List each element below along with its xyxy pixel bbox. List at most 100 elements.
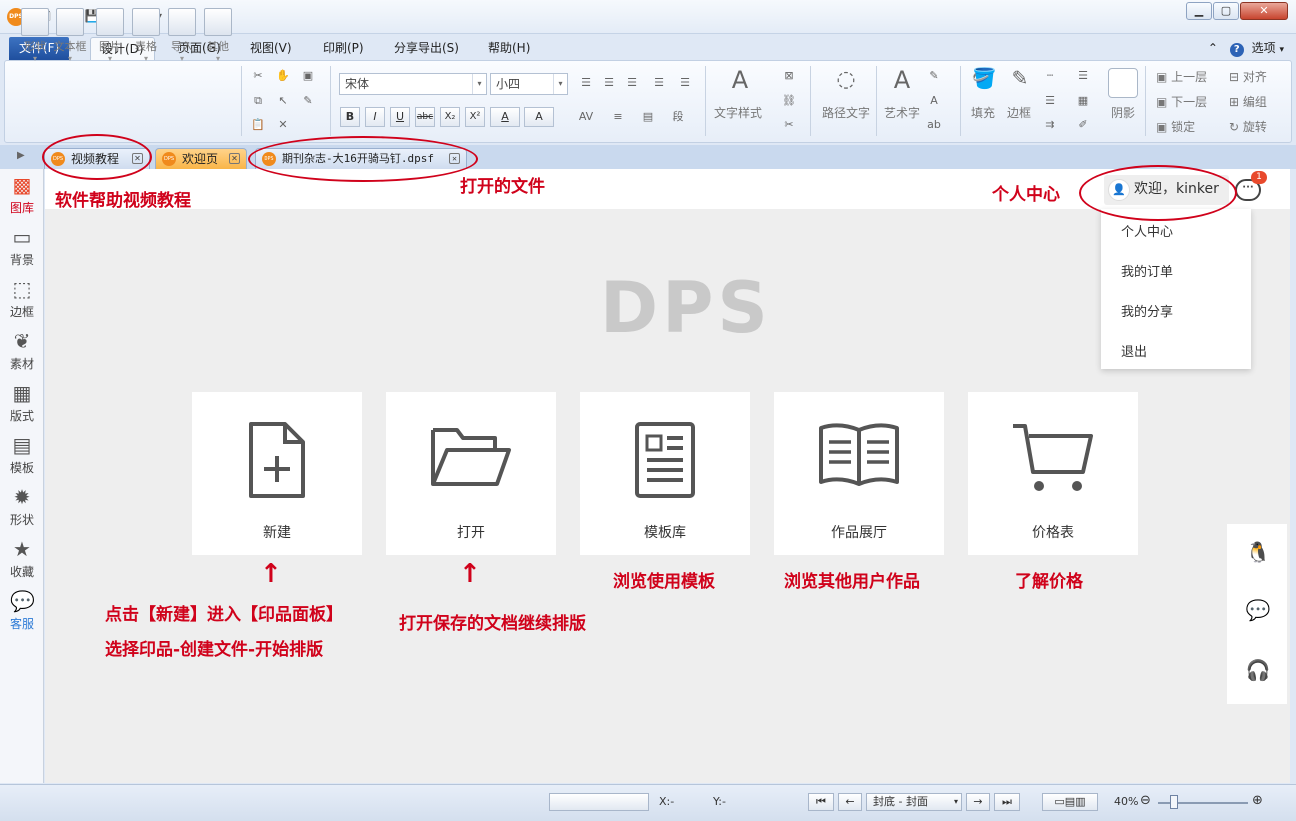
page-select[interactable]: 封底 - 封面 ▾ — [866, 793, 962, 811]
help-icon[interactable]: ? — [1229, 43, 1244, 57]
fill-label[interactable]: 填充 — [971, 104, 995, 121]
text-wrap-icon[interactable]: ⊠ — [781, 68, 797, 84]
eyedropper-icon[interactable]: ✐ — [1075, 117, 1091, 133]
close-icon[interactable]: ✕ — [229, 153, 240, 164]
underline-button[interactable]: U — [390, 107, 410, 127]
border-pen-icon[interactable]: ✎ — [1006, 68, 1034, 98]
zoom-slider-handle[interactable] — [1170, 795, 1178, 809]
rotate-button[interactable]: ↻ 旋转 — [1229, 118, 1267, 135]
text-style-label[interactable]: 文字样式 — [714, 104, 762, 121]
new-button[interactable]: 新建 — [192, 392, 362, 555]
fill-options-icon[interactable]: ☰ — [1075, 68, 1091, 84]
tab-welcome[interactable]: DPS 欢迎页 ✕ — [155, 148, 247, 169]
subscript-button[interactable]: X₂ — [440, 107, 460, 127]
prev-page-button[interactable]: ← — [838, 793, 862, 811]
sidebar-item-service[interactable]: 💬 客服 — [0, 589, 44, 632]
zoom-in-icon[interactable]: ⊕ — [1252, 793, 1263, 808]
close-window-button[interactable]: ✕ — [1240, 2, 1288, 20]
lock-button[interactable]: ▣ 锁定 — [1156, 118, 1195, 135]
table-button[interactable]: 表格 ▾ — [129, 8, 163, 64]
align-center-icon[interactable]: ☰ — [601, 75, 617, 91]
char-spacing-icon[interactable]: AV — [578, 109, 594, 125]
art-fill-icon[interactable]: A — [926, 93, 942, 109]
section-icon[interactable]: 段 — [670, 109, 686, 125]
view-mode-buttons[interactable]: ▭▤▥ — [1042, 793, 1098, 811]
justify-icon[interactable]: ☰ — [651, 75, 667, 91]
delete-icon[interactable]: ✕ — [275, 117, 291, 133]
group-button[interactable]: ⊞ 编组 — [1229, 93, 1267, 110]
text-style-icon[interactable]: A — [728, 68, 752, 100]
menu-item-my-orders[interactable]: 我的订单 — [1121, 261, 1173, 280]
format-painter-icon[interactable]: ✎ — [300, 93, 316, 109]
gallery-showcase-button[interactable]: 作品展厅 — [774, 392, 944, 555]
maximize-button[interactable]: ▢ — [1213, 2, 1239, 20]
shadow-icon[interactable] — [1108, 68, 1138, 98]
first-page-button[interactable]: ⏮ — [808, 793, 834, 811]
zoom-out-icon[interactable]: ⊖ — [1140, 793, 1151, 808]
link-icon[interactable]: ⛓ — [781, 93, 797, 109]
align-right-icon[interactable]: ☰ — [624, 75, 640, 91]
collapse-ribbon-icon[interactable]: ⌃ — [1208, 41, 1218, 55]
next-page-button[interactable]: → — [966, 793, 990, 811]
art-transform-icon[interactable]: ab — [926, 117, 942, 133]
sidebar-item-border[interactable]: ⬚ 边框 — [0, 277, 44, 320]
wechat-icon[interactable]: 💬 — [1242, 596, 1274, 624]
copy-icon[interactable]: ⧉ — [250, 93, 266, 109]
path-text-label[interactable]: 路径文字 — [822, 104, 870, 121]
font-color-button[interactable]: A — [490, 107, 520, 127]
image-button[interactable]: 图片 ▾ — [93, 8, 127, 64]
cut-icon[interactable]: ✂ — [250, 68, 266, 84]
paste-icon[interactable]: 📋 — [250, 117, 266, 133]
arrow-style-icon[interactable]: ⇉ — [1042, 117, 1058, 133]
line-spacing-icon[interactable]: ≡ — [610, 109, 626, 125]
minimize-button[interactable]: ▁ — [1186, 2, 1212, 20]
shadow-label[interactable]: 阴影 — [1111, 104, 1135, 121]
last-page-button[interactable]: ⏭ — [994, 793, 1020, 811]
menu-view[interactable]: 视图(V) — [240, 37, 302, 60]
sidebar-item-shape[interactable]: ✹ 形状 — [0, 485, 44, 528]
art-edit-icon[interactable]: ✎ — [926, 68, 942, 84]
price-list-button[interactable]: 价格表 — [968, 392, 1138, 555]
options-menu[interactable]: ⌃ ? 选项 ▾ — [1208, 39, 1284, 57]
menu-item-my-shares[interactable]: 我的分享 — [1121, 301, 1173, 320]
import-button[interactable]: 导入 ▾ — [165, 8, 199, 64]
border-label[interactable]: 边框 — [1007, 104, 1031, 121]
menu-print[interactable]: 印刷(P) — [313, 37, 374, 60]
line-width-icon[interactable]: ☰ — [1042, 93, 1058, 109]
sidebar-item-gallery[interactable]: ▩ 图库 — [0, 173, 44, 216]
support-icon[interactable]: 🎧 — [1242, 656, 1274, 684]
sidebar-item-template[interactable]: ▤ 模板 — [0, 433, 44, 476]
hand-icon[interactable]: ✋ — [275, 68, 291, 84]
align-left-icon[interactable]: ☰ — [578, 75, 594, 91]
shape-button[interactable]: 形状 ▾ — [18, 8, 52, 64]
bold-button[interactable]: B — [340, 107, 360, 127]
sidebar-item-favorite[interactable]: ★ 收藏 — [0, 537, 44, 580]
fill-style-icon[interactable]: ▦ — [1075, 93, 1091, 109]
font-name-select[interactable]: 宋体 ▾ — [339, 73, 487, 95]
template-library-button[interactable]: 模板库 — [580, 392, 750, 555]
menu-item-personal-center[interactable]: 个人中心 — [1121, 221, 1173, 240]
bring-forward-button[interactable]: ▣ 上一层 — [1156, 68, 1207, 85]
sidebar-item-layout[interactable]: ▦ 版式 — [0, 381, 44, 424]
tab-scroll-icon[interactable]: ▶ — [17, 150, 25, 161]
highlight-button[interactable]: A — [524, 107, 554, 127]
sidebar-item-material[interactable]: ❦ 素材 — [0, 329, 44, 372]
superscript-button[interactable]: X² — [465, 107, 485, 127]
sidebar-item-background[interactable]: ▭ 背景 — [0, 225, 44, 268]
other-button[interactable]: 其他 ▾ — [201, 8, 235, 64]
menu-item-logout[interactable]: 退出 — [1121, 341, 1147, 360]
art-text-icon[interactable]: A — [890, 68, 914, 100]
path-text-icon[interactable]: ◌ — [832, 69, 860, 100]
italic-button[interactable]: I — [365, 107, 385, 127]
qq-icon[interactable]: 🐧 — [1242, 538, 1274, 566]
textbox-button[interactable]: 文本框 ▾ — [53, 8, 87, 64]
menu-help[interactable]: 帮助(H) — [478, 37, 540, 60]
paragraph-icon[interactable]: ▤ — [640, 109, 656, 125]
align-button[interactable]: ⊟ 对齐 — [1229, 68, 1267, 85]
strikethrough-button[interactable]: abc — [415, 107, 435, 127]
send-backward-button[interactable]: ▣ 下一层 — [1156, 93, 1207, 110]
open-button[interactable]: 打开 — [386, 392, 556, 555]
font-size-select[interactable]: 小四 ▾ — [490, 73, 568, 95]
art-text-label[interactable]: 艺术字 — [884, 104, 920, 121]
distribute-icon[interactable]: ☰ — [677, 75, 693, 91]
